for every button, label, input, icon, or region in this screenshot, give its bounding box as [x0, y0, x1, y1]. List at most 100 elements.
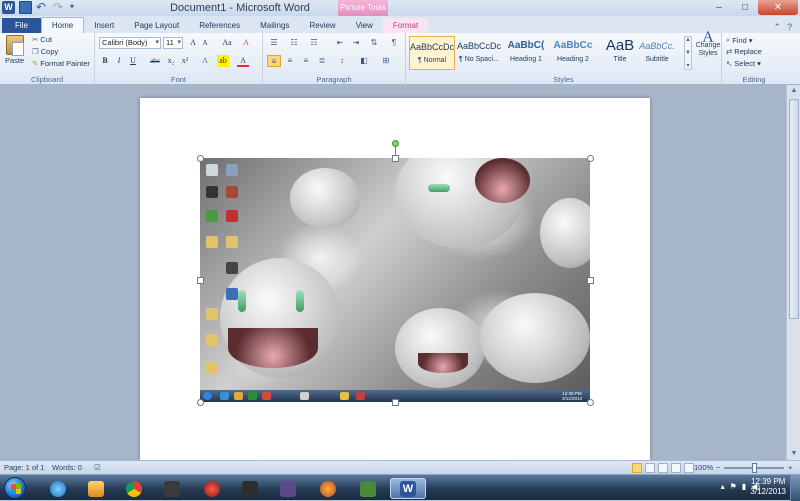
- resize-handle-top-right[interactable]: [587, 155, 594, 162]
- tab-view[interactable]: View: [346, 18, 383, 33]
- styles-gallery-scroll[interactable]: ▲ ▼ ▾: [684, 36, 692, 70]
- minimize-ribbon-icon[interactable]: ⌃: [773, 22, 781, 33]
- copy-button[interactable]: ❐ Copy: [32, 47, 58, 56]
- tab-mailings[interactable]: Mailings: [250, 18, 299, 33]
- multilevel-list-icon[interactable]: ☶: [307, 37, 321, 49]
- scroll-down-icon[interactable]: ▼: [787, 448, 800, 460]
- zoom-out-button[interactable]: −: [716, 463, 720, 472]
- shading-icon[interactable]: ◧: [357, 55, 371, 67]
- tab-home[interactable]: Home: [40, 17, 85, 33]
- outline-view-button[interactable]: [671, 463, 681, 473]
- taskbar-app[interactable]: [270, 478, 306, 499]
- tab-references[interactable]: References: [189, 18, 250, 33]
- save-icon[interactable]: [19, 1, 32, 14]
- style-no-spacing[interactable]: AaBbCcDc ¶ No Spaci...: [456, 36, 502, 70]
- minimize-button[interactable]: –: [706, 0, 732, 15]
- bullets-icon[interactable]: ☰: [267, 37, 281, 49]
- increase-indent-icon[interactable]: ⇥: [349, 37, 363, 49]
- more-icon[interactable]: ▾: [686, 62, 689, 69]
- print-layout-view-button[interactable]: [632, 463, 642, 473]
- sort-icon[interactable]: ⇅: [367, 37, 381, 49]
- help-icon[interactable]: ?: [787, 22, 792, 33]
- replace-button[interactable]: ⇄ Replace: [726, 47, 762, 56]
- show-marks-button[interactable]: ¶: [387, 37, 401, 49]
- line-spacing-icon[interactable]: ↕: [335, 55, 349, 67]
- style-normal[interactable]: AaBbCcDc ¶ Normal: [409, 36, 455, 70]
- resize-handle-right[interactable]: [587, 277, 594, 284]
- font-color-icon[interactable]: A: [237, 55, 249, 67]
- taskbar-app[interactable]: [154, 478, 190, 499]
- vertical-scrollbar[interactable]: ▲ ▼: [786, 85, 800, 460]
- undo-icon[interactable]: ↶: [36, 1, 49, 14]
- zoom-in-button[interactable]: +: [788, 463, 792, 472]
- close-button[interactable]: ✕: [758, 0, 798, 15]
- font-family-select[interactable]: Calibri (Body): [99, 37, 161, 49]
- zoom-level[interactable]: 100%: [694, 463, 713, 472]
- superscript-button[interactable]: x²: [179, 55, 191, 67]
- chevron-up-icon[interactable]: ▲: [685, 37, 691, 43]
- resize-handle-bottom[interactable]: [392, 399, 399, 406]
- borders-icon[interactable]: ⊞: [379, 55, 393, 67]
- word-count[interactable]: Words: 0: [52, 463, 82, 472]
- underline-button[interactable]: U: [127, 55, 139, 67]
- taskbar-app[interactable]: [350, 478, 386, 499]
- numbering-icon[interactable]: ☷: [287, 37, 301, 49]
- cut-button[interactable]: ✂ Cut: [32, 35, 52, 44]
- resize-handle-bottom-left[interactable]: [197, 399, 204, 406]
- start-button[interactable]: [4, 477, 26, 499]
- taskbar-game[interactable]: [310, 478, 346, 499]
- show-desktop-button[interactable]: [790, 475, 800, 501]
- align-left-icon[interactable]: ≡: [267, 55, 281, 67]
- taskbar-opera[interactable]: [194, 478, 230, 499]
- inserted-picture[interactable]: 12:38 PM 3/12/2013: [200, 158, 590, 402]
- draft-view-button[interactable]: [684, 463, 694, 473]
- taskbar-chrome[interactable]: [116, 478, 152, 499]
- style-heading-2[interactable]: AaBbCc Heading 2: [550, 36, 596, 70]
- scroll-thumb[interactable]: [789, 99, 799, 319]
- tab-review[interactable]: Review: [299, 18, 345, 33]
- tab-page-layout[interactable]: Page Layout: [124, 18, 189, 33]
- subscript-button[interactable]: x₂: [165, 55, 177, 67]
- clear-formatting-button[interactable]: A: [240, 37, 252, 49]
- zoom-slider-knob[interactable]: [752, 463, 757, 473]
- highlight-color-icon[interactable]: ab: [217, 55, 229, 67]
- page-count[interactable]: Page: 1 of 1: [4, 463, 44, 472]
- redo-icon[interactable]: ↷: [53, 1, 66, 14]
- tray-expand-icon[interactable]: ▴: [721, 482, 725, 491]
- align-right-icon[interactable]: ≡: [299, 55, 313, 67]
- paste-button[interactable]: Paste: [5, 35, 24, 65]
- flag-icon[interactable]: ⚑: [730, 482, 737, 491]
- text-effects-icon[interactable]: A: [199, 55, 211, 67]
- resize-handle-top[interactable]: [392, 155, 399, 162]
- font-size-select[interactable]: 11: [163, 37, 183, 49]
- proofing-icon[interactable]: ☑: [94, 463, 101, 472]
- resize-handle-top-left[interactable]: [197, 155, 204, 162]
- customize-qat-icon[interactable]: ▾: [70, 1, 83, 14]
- find-button[interactable]: ⌕ Find ▾: [726, 35, 753, 45]
- scroll-up-icon[interactable]: ▲: [787, 85, 800, 97]
- tab-insert[interactable]: Insert: [84, 18, 124, 33]
- web-layout-view-button[interactable]: [658, 463, 668, 473]
- style-heading-1[interactable]: AaBbC( Heading 1: [503, 36, 549, 70]
- decrease-indent-icon[interactable]: ⇤: [333, 37, 347, 49]
- network-icon[interactable]: ▮: [742, 482, 746, 491]
- select-button[interactable]: ↖ Select ▾: [726, 59, 761, 68]
- taskbar-ie[interactable]: [40, 478, 76, 499]
- change-case-button[interactable]: Aa: [219, 37, 235, 49]
- style-subtitle[interactable]: AaBbCc. Subtitle: [634, 36, 680, 70]
- full-screen-view-button[interactable]: [645, 463, 655, 473]
- resize-handle-left[interactable]: [197, 277, 204, 284]
- italic-button[interactable]: I: [113, 55, 125, 67]
- chevron-down-icon[interactable]: ▼: [685, 50, 691, 56]
- justify-icon[interactable]: ≣: [315, 55, 329, 67]
- grow-font-button[interactable]: A: [187, 37, 199, 49]
- word-logo-icon[interactable]: W: [2, 1, 15, 14]
- tab-file[interactable]: File: [2, 18, 41, 33]
- resize-handle-bottom-right[interactable]: [587, 399, 594, 406]
- format-painter-button[interactable]: ✎ Format Painter: [32, 59, 90, 68]
- bold-button[interactable]: B: [99, 55, 111, 67]
- rotation-handle[interactable]: [392, 140, 399, 147]
- taskbar-word[interactable]: W: [390, 478, 426, 499]
- shrink-font-button[interactable]: A: [199, 37, 211, 49]
- clock[interactable]: 12:39 PM 3/12/2013: [750, 477, 786, 497]
